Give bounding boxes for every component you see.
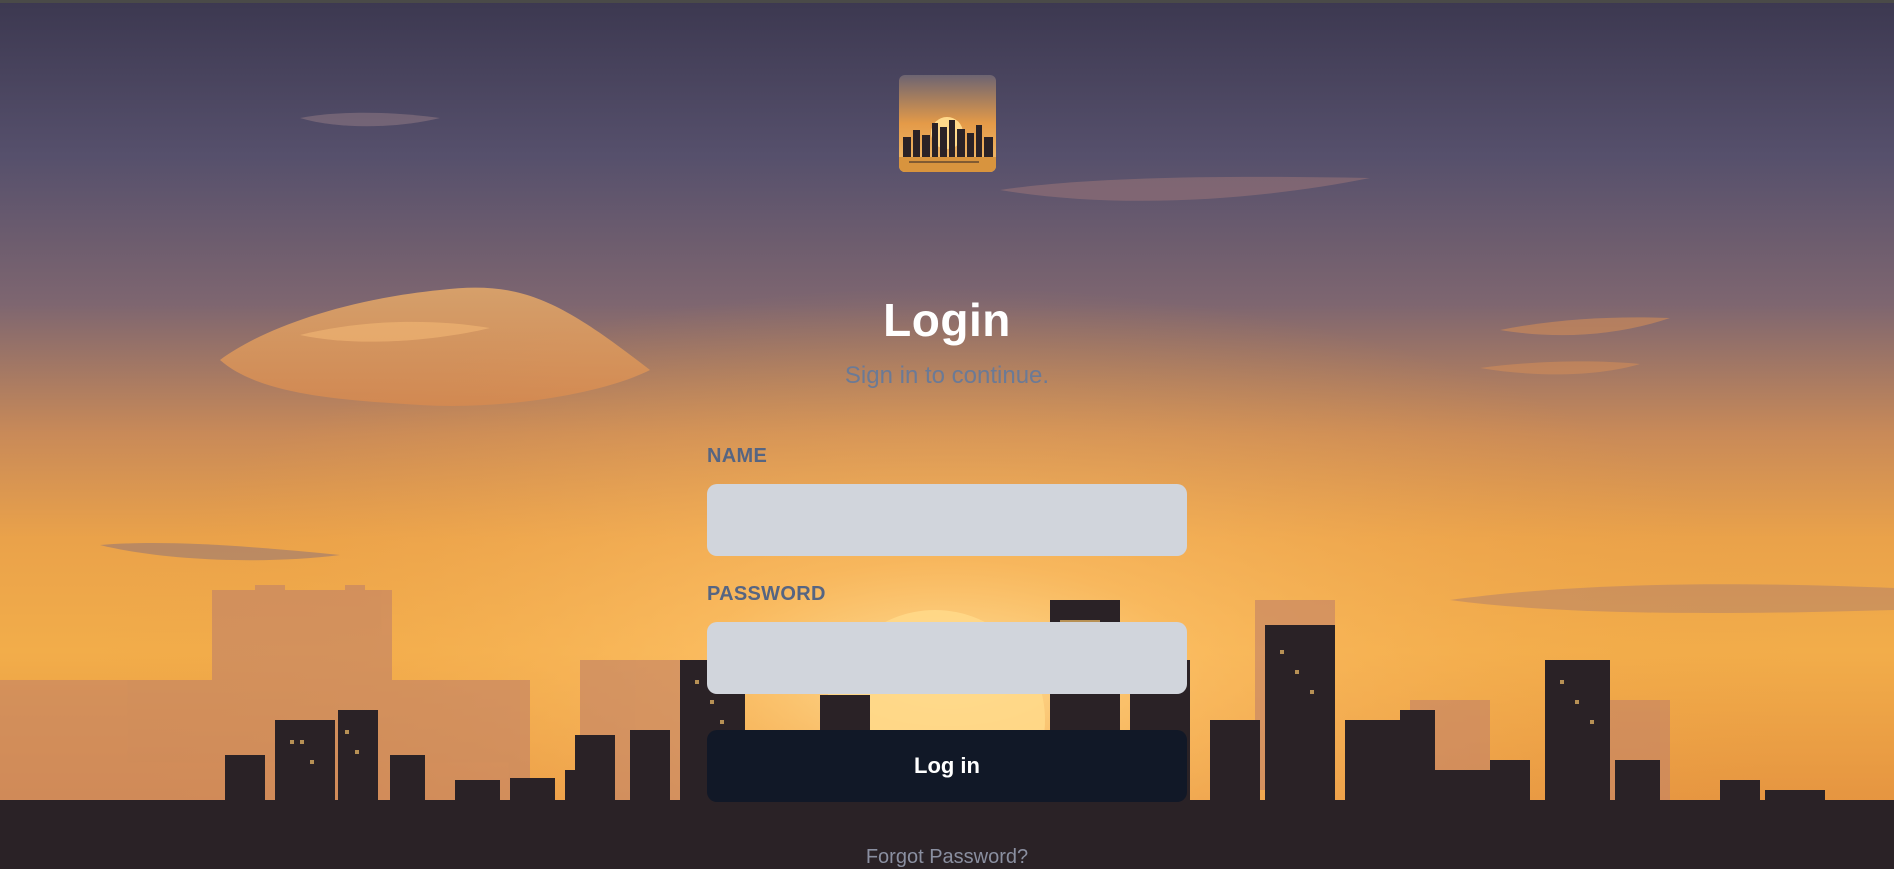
name-label: NAME [707, 445, 768, 467]
forgot-password-link[interactable]: Forgot Password? [0, 845, 1894, 869]
login-panel: Login Sign in to continue. NAME PASSWORD… [0, 0, 1894, 869]
password-label: PASSWORD [707, 583, 826, 605]
page-title: Login [883, 294, 1011, 346]
login-button[interactable]: Log in [707, 730, 1187, 802]
page-subtitle: Sign in to continue. [844, 362, 1050, 389]
password-input[interactable] [707, 622, 1187, 694]
name-input[interactable] [707, 484, 1187, 556]
